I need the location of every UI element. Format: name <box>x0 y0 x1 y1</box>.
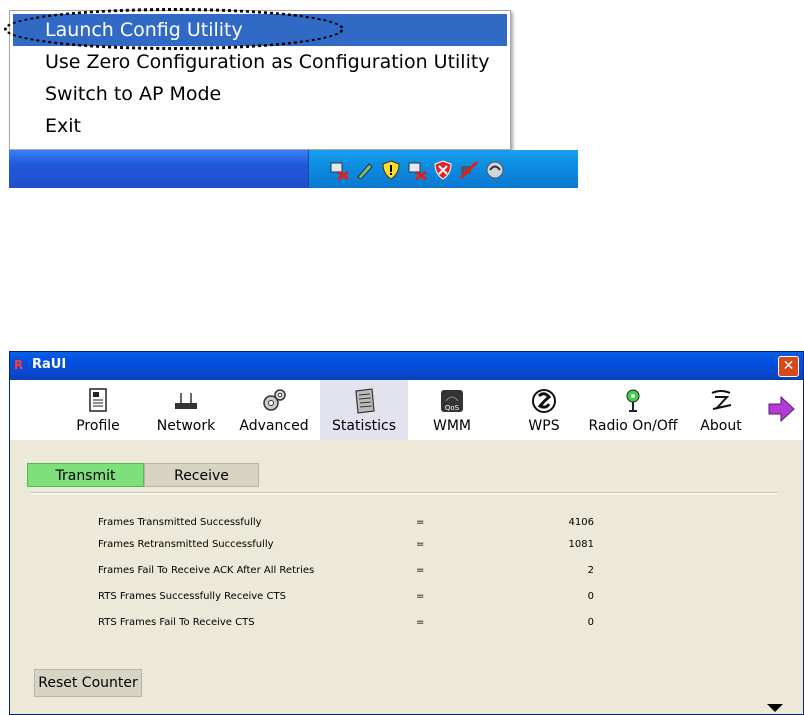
tab-transmit[interactable]: Transmit <box>27 463 144 487</box>
tab-statistics[interactable]: Statistics <box>320 380 408 440</box>
profile-icon <box>89 388 107 412</box>
stat-value: 4106 <box>568 517 594 528</box>
stat-value: 0 <box>587 617 594 628</box>
network-disconnected-icon[interactable] <box>407 160 427 180</box>
scroll-down-icon[interactable] <box>753 700 797 714</box>
tab-network-label: Network <box>156 418 216 434</box>
stat-equals: = <box>416 539 425 550</box>
stat-name: Frames Retransmitted Successfully <box>98 539 274 550</box>
tab-wps[interactable]: WPS <box>504 380 584 440</box>
close-button[interactable]: ✕ <box>778 356 799 377</box>
tab-advanced[interactable]: Advanced <box>234 380 314 440</box>
arrow-right-icon[interactable] <box>766 394 796 424</box>
statistics-panel: Transmit Receive Frames Transmitted Succ… <box>10 440 803 714</box>
stat-equals: = <box>416 591 425 602</box>
raui-window: R RaUI ✕ Profile Network Advanced Statis… <box>9 351 804 715</box>
stat-name: RTS Frames Successfully Receive CTS <box>98 591 286 602</box>
reset-counter-button[interactable]: Reset Counter <box>34 669 142 697</box>
menu-item-zero-config[interactable]: Use Zero Configuration as Configuration … <box>10 46 510 78</box>
about-icon <box>711 390 732 410</box>
tab-profile[interactable]: Profile <box>58 380 138 440</box>
menu-item-exit[interactable]: Exit <box>10 110 510 142</box>
stat-equals: = <box>416 517 425 528</box>
stat-value: 1081 <box>568 539 594 550</box>
alert-shield-icon[interactable] <box>433 160 453 180</box>
security-shield-icon[interactable] <box>381 160 401 180</box>
system-tray <box>308 150 578 188</box>
router-icon <box>175 393 197 409</box>
stat-name: RTS Frames Fail To Receive CTS <box>98 617 255 628</box>
svg-text:QoS: QoS <box>445 404 460 412</box>
wireless-disconnected-icon[interactable] <box>459 160 479 180</box>
highlight-ellipse <box>4 8 344 50</box>
toolbar: Profile Network Advanced Statistics QoS … <box>10 380 803 440</box>
wps-icon <box>532 389 556 413</box>
menu-item-switch-ap[interactable]: Switch to AP Mode <box>10 78 510 110</box>
stat-name: Frames Fail To Receive ACK After All Ret… <box>98 565 315 576</box>
stat-name: Frames Transmitted Successfully <box>98 517 262 528</box>
tab-wmm[interactable]: QoS WMM <box>412 380 492 440</box>
gears-icon <box>263 389 286 411</box>
stat-equals: = <box>416 617 425 628</box>
tab-receive[interactable]: Receive <box>144 463 259 487</box>
tab-profile-label: Profile <box>76 418 120 434</box>
pen-icon[interactable] <box>355 160 375 180</box>
app-icon: R <box>14 358 24 372</box>
stat-value: 0 <box>587 591 594 602</box>
stat-equals: = <box>416 565 425 576</box>
tab-wps-label: WPS <box>528 418 560 434</box>
tab-radio-label: Radio On/Off <box>588 418 678 434</box>
window-title: RaUI <box>32 357 67 372</box>
calculator-icon <box>355 388 375 414</box>
ralink-icon[interactable] <box>485 160 505 180</box>
network-disconnected-icon[interactable] <box>329 160 349 180</box>
tab-about[interactable]: About <box>684 380 758 440</box>
tab-statistics-label: Statistics <box>332 418 396 434</box>
qos-icon: QoS <box>441 390 463 412</box>
tab-about-label: About <box>700 418 742 434</box>
radio-icon <box>626 389 640 412</box>
divider <box>30 492 778 494</box>
title-bar: R RaUI ✕ <box>10 352 803 380</box>
stat-value: 2 <box>587 565 594 576</box>
tab-radio-on-off[interactable]: Radio On/Off <box>583 380 683 440</box>
tab-network[interactable]: Network <box>146 380 226 440</box>
tab-wmm-label: WMM <box>432 418 471 434</box>
tab-advanced-label: Advanced <box>239 418 309 434</box>
